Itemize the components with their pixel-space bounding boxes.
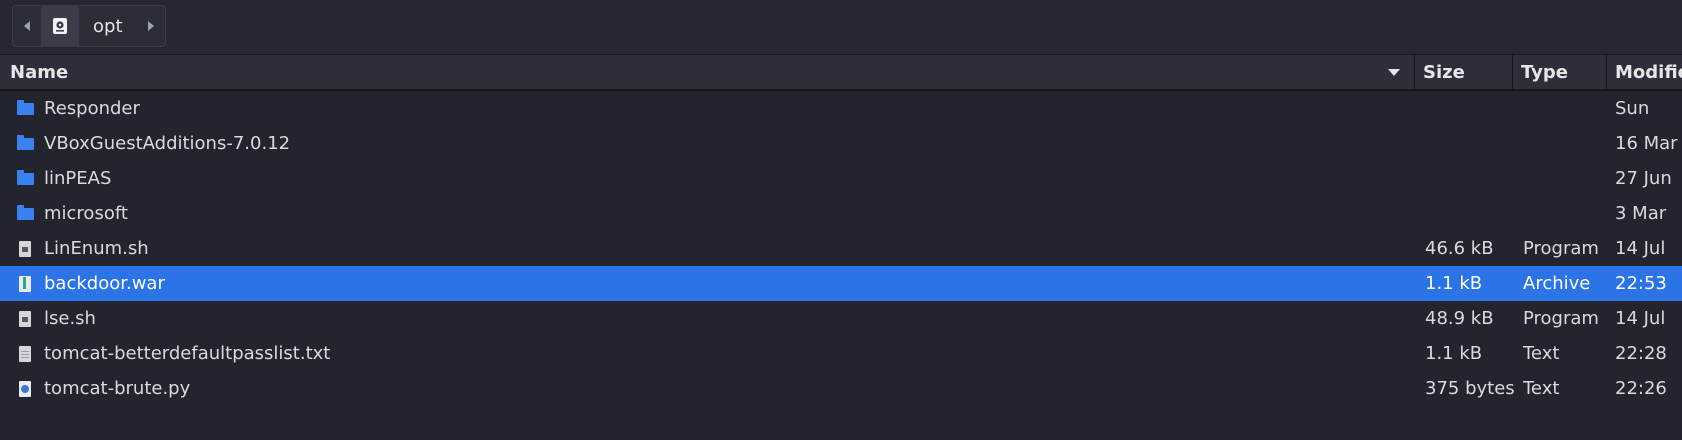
python-file-icon	[19, 380, 31, 397]
file-size	[1425, 161, 1515, 196]
folder-icon	[16, 134, 34, 150]
folder-icon	[16, 204, 34, 220]
path-crumb-current[interactable]: opt	[79, 6, 137, 46]
file-modified: 14 Jul	[1615, 238, 1666, 259]
file-size	[1425, 126, 1515, 161]
file-size: 1.1 kB	[1425, 343, 1483, 364]
file-modified: 27 Jun	[1615, 168, 1672, 189]
file-row[interactable]: LinEnum.sh 46.6 kB Program 14 Jul	[0, 231, 1682, 266]
file-modified: 22:53	[1615, 273, 1667, 294]
file-type	[1523, 196, 1613, 231]
file-type	[1523, 126, 1613, 161]
file-manager-window: opt Name Size Type Modified Responder Su…	[0, 0, 1682, 440]
file-list: Responder Sun VBoxGuestAdditions-7.0.12 …	[0, 91, 1682, 406]
folder-icon	[16, 99, 34, 115]
drive-root-button[interactable]	[41, 6, 79, 46]
column-header-size[interactable]: Size	[1414, 55, 1516, 89]
path-scroll-right-button[interactable]	[137, 6, 165, 46]
file-size: 375 bytes	[1425, 378, 1515, 399]
file-modified: 22:28	[1615, 343, 1667, 364]
file-type: Program	[1523, 308, 1599, 329]
column-header: Name Size Type Modified	[0, 54, 1682, 91]
file-row[interactable]: tomcat-betterdefaultpasslist.txt 1.1 kB …	[0, 336, 1682, 371]
file-row[interactable]: lse.sh 48.9 kB Program 14 Jul	[0, 301, 1682, 336]
file-modified: 3 Mar	[1615, 203, 1667, 224]
chevron-left-icon	[24, 21, 30, 31]
file-type: Program	[1523, 238, 1599, 259]
file-modified: 14 Jul	[1615, 308, 1666, 329]
file-type: Archive	[1523, 273, 1591, 294]
file-row[interactable]: linPEAS 27 Jun	[0, 161, 1682, 196]
path-button-group: opt	[12, 5, 166, 47]
file-modified: 22:26	[1615, 378, 1667, 399]
file-size: 46.6 kB	[1425, 238, 1494, 259]
file-name: VBoxGuestAdditions-7.0.12	[44, 133, 291, 154]
file-row[interactable]: tomcat-brute.py 375 bytes Text 22:26	[0, 371, 1682, 406]
script-file-icon	[19, 310, 31, 327]
file-name: backdoor.war	[44, 273, 165, 294]
file-name: Responder	[44, 98, 140, 119]
column-header-name[interactable]: Name	[2, 55, 1420, 89]
file-modified: 16 Mar	[1615, 133, 1678, 154]
file-name: tomcat-brute.py	[44, 378, 191, 399]
script-file-icon	[19, 240, 31, 257]
file-size: 1.1 kB	[1425, 273, 1483, 294]
file-name: microsoft	[44, 203, 128, 224]
file-row-selected[interactable]: backdoor.war 1.1 kB Archive 22:53	[0, 266, 1682, 301]
text-file-icon	[19, 345, 31, 362]
folder-icon	[16, 169, 34, 185]
column-header-modified[interactable]: Modified	[1606, 55, 1682, 89]
file-row[interactable]: VBoxGuestAdditions-7.0.12 16 Mar	[0, 126, 1682, 161]
file-type: Text	[1523, 378, 1560, 399]
sort-descending-icon	[1388, 69, 1400, 76]
column-header-name-label: Name	[10, 61, 69, 83]
file-name: LinEnum.sh	[44, 238, 149, 259]
file-size	[1425, 196, 1515, 231]
column-header-size-label: Size	[1423, 61, 1465, 83]
column-header-modified-label: Modified	[1615, 61, 1682, 83]
file-row[interactable]: microsoft 3 Mar	[0, 196, 1682, 231]
file-type: Text	[1523, 343, 1560, 364]
chevron-right-icon	[147, 21, 154, 31]
archive-file-icon	[19, 275, 31, 292]
file-size: 48.9 kB	[1425, 308, 1494, 329]
file-name: tomcat-betterdefaultpasslist.txt	[44, 343, 331, 364]
file-type	[1523, 161, 1613, 196]
drive-icon	[53, 18, 67, 34]
path-crumb-label: opt	[93, 15, 123, 37]
file-type	[1523, 91, 1613, 126]
path-bar: opt	[0, 0, 1682, 54]
column-header-type-label: Type	[1521, 61, 1568, 83]
file-modified: Sun	[1615, 98, 1650, 119]
file-row[interactable]: Responder Sun	[0, 91, 1682, 126]
column-header-type[interactable]: Type	[1512, 55, 1606, 89]
file-name: linPEAS	[44, 168, 112, 189]
path-scroll-left-button[interactable]	[13, 6, 41, 46]
file-size	[1425, 91, 1515, 126]
file-name: lse.sh	[44, 308, 96, 329]
